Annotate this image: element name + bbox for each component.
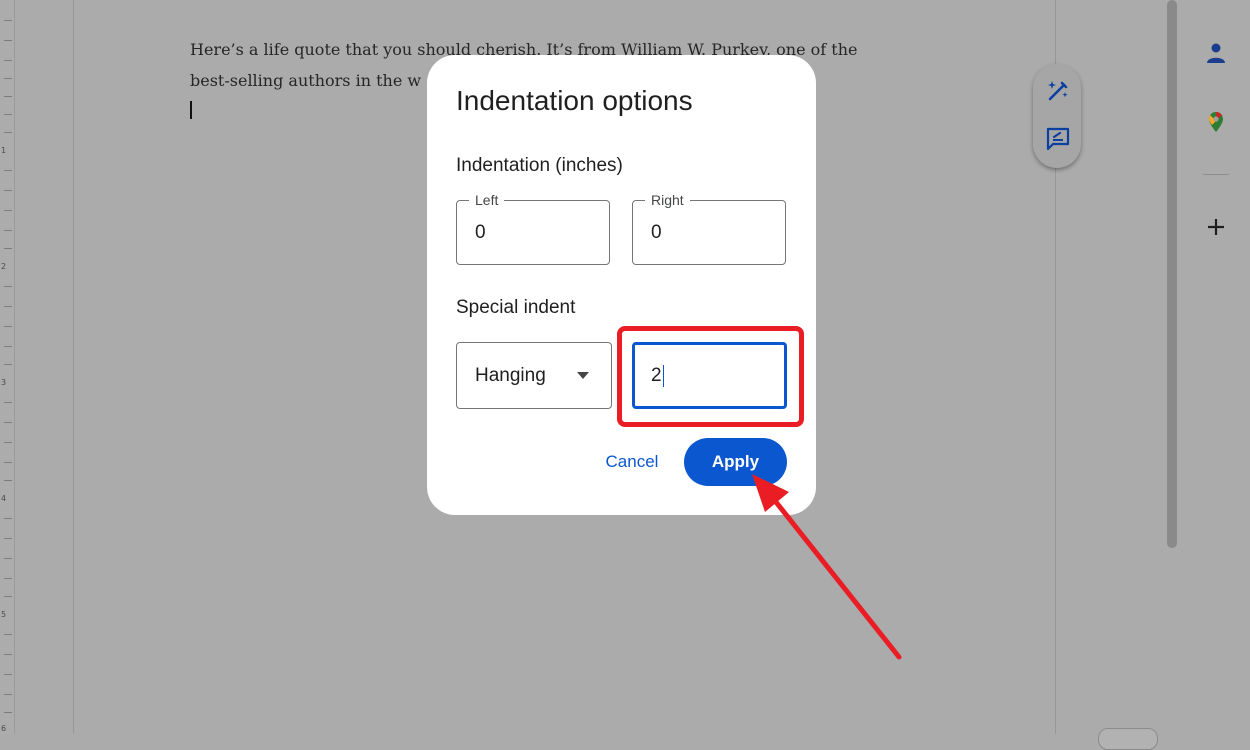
- annotation-arrow: [752, 474, 902, 660]
